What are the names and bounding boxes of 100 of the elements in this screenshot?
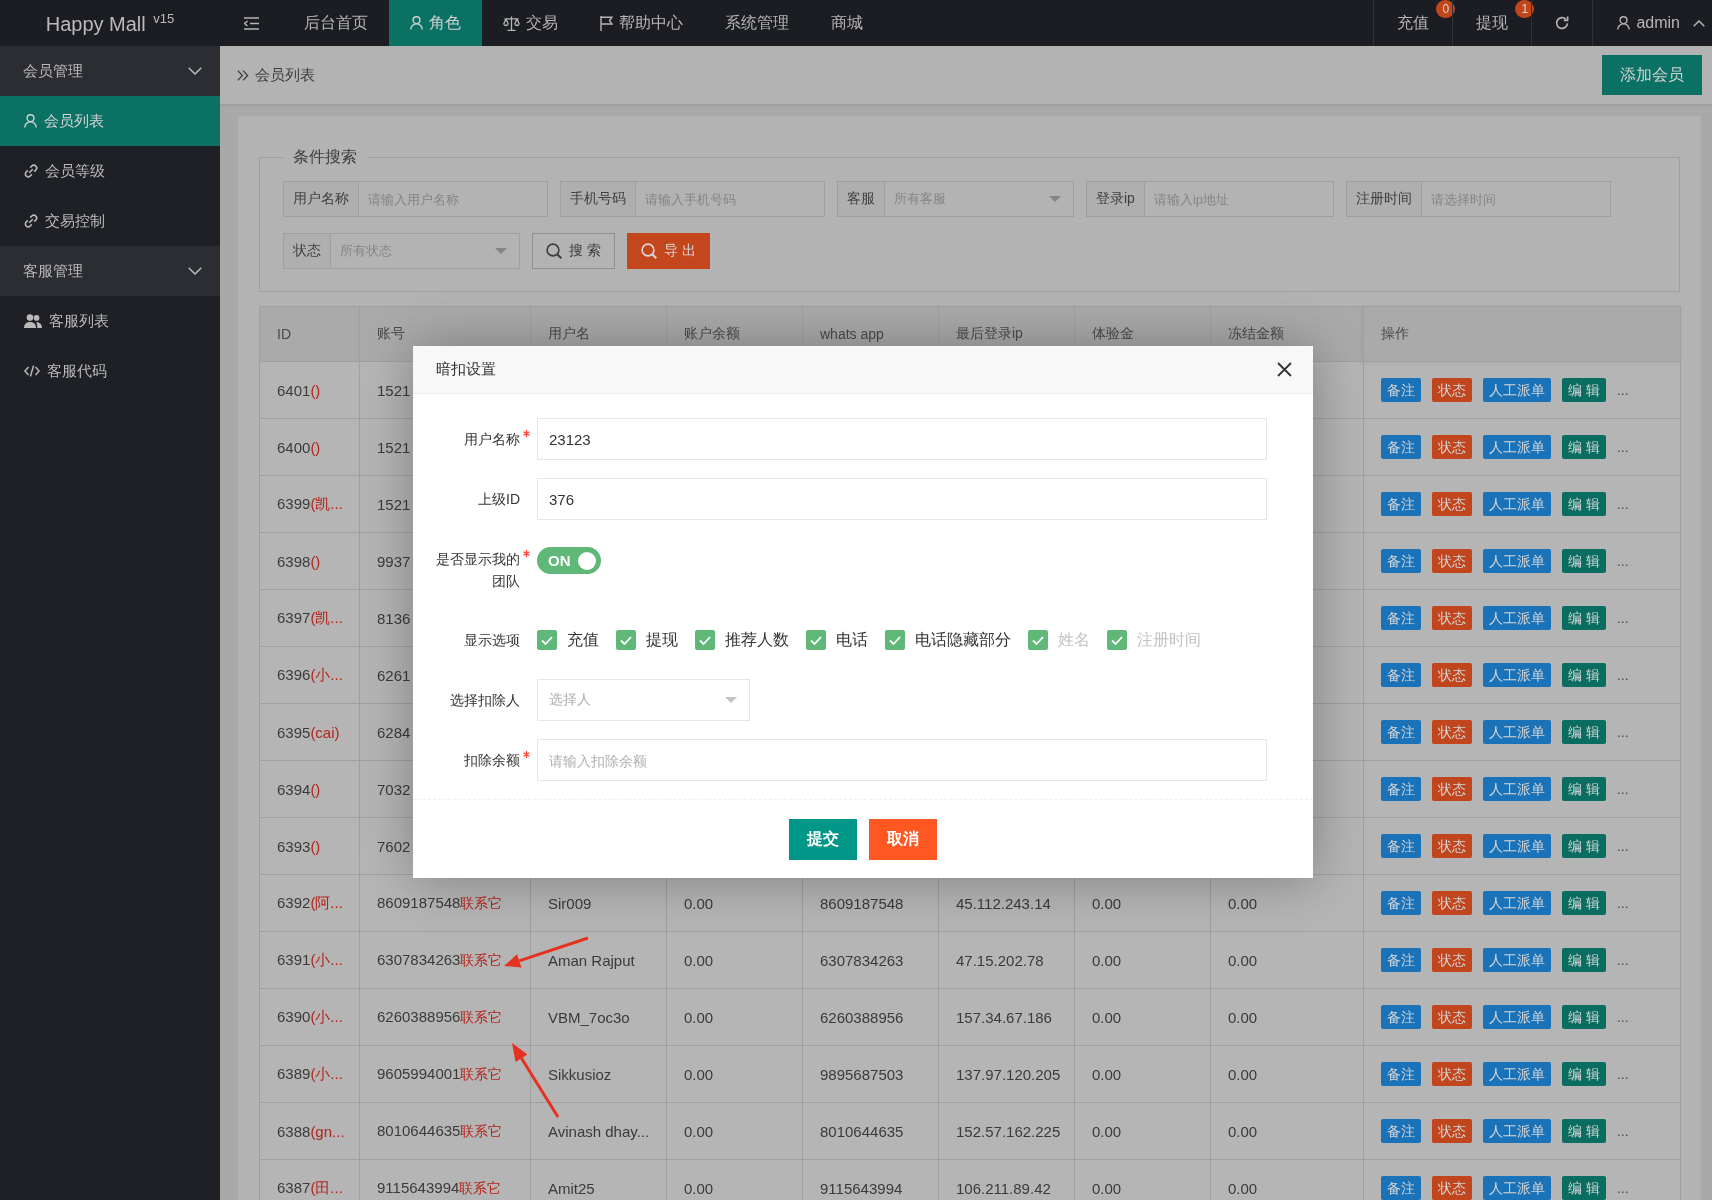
export-button[interactable]: 导 出 [626,233,710,269]
contact-link[interactable]: 联系它 [460,894,503,911]
action-button[interactable]: 编 辑 [1562,492,1606,516]
more-link[interactable]: ... [1616,382,1629,398]
action-button[interactable]: 人工派单 [1483,720,1551,744]
action-button[interactable]: 编 辑 [1562,606,1606,630]
action-button[interactable]: 人工派单 [1483,834,1551,858]
action-button[interactable]: 状态 [1432,378,1472,402]
action-button[interactable]: 人工派单 [1483,378,1551,402]
checkbox[interactable] [537,630,557,650]
action-button[interactable]: 状态 [1432,1005,1472,1029]
action-button[interactable]: 备注 [1381,1119,1421,1143]
contact-link[interactable]: 联系它 [460,1008,503,1025]
action-button[interactable]: 人工派单 [1483,891,1551,915]
nav-tab[interactable]: 系统管理 [704,0,810,46]
text-input[interactable]: 376 [537,478,1267,520]
sidebar-item[interactable]: 会员列表 [0,96,220,146]
action-button[interactable]: 备注 [1381,435,1421,459]
sidebar-item[interactable]: 客服列表 [0,296,220,346]
action-button[interactable]: 状态 [1432,834,1472,858]
action-button[interactable]: 备注 [1381,549,1421,573]
action-button[interactable]: 状态 [1432,1062,1472,1086]
more-link[interactable]: ... [1616,724,1629,740]
action-button[interactable]: 备注 [1381,948,1421,972]
contact-link[interactable]: 联系它 [460,1122,503,1139]
contact-link[interactable]: 联系它 [460,1065,503,1082]
contact-link[interactable]: 联系它 [460,951,503,968]
close-icon[interactable] [1277,362,1292,377]
sidebar-item[interactable]: 会员等级 [0,146,220,196]
nav-tab[interactable]: 帮助中心 [579,0,704,46]
cancel-button[interactable]: 取消 [869,819,937,860]
action-button[interactable]: 备注 [1381,720,1421,744]
action-button[interactable]: 状态 [1432,549,1472,573]
action-button[interactable]: 人工派单 [1483,606,1551,630]
contact-link[interactable]: 联系它 [459,1179,502,1196]
action-button[interactable]: 备注 [1381,1005,1421,1029]
action-button[interactable]: 人工派单 [1483,1176,1551,1200]
checkbox[interactable] [806,630,826,650]
sidebar-item[interactable]: 交易控制 [0,196,220,246]
more-link[interactable]: ... [1616,667,1629,683]
action-button[interactable]: 人工派单 [1483,492,1551,516]
action-button[interactable]: 状态 [1432,1176,1472,1200]
action-button[interactable]: 编 辑 [1562,777,1606,801]
add-member-button[interactable]: 添加会员 [1602,55,1702,95]
action-button[interactable]: 人工派单 [1483,1119,1551,1143]
action-button[interactable]: 状态 [1432,492,1472,516]
sidebar-group[interactable]: 会员管理 [0,46,220,96]
more-link[interactable]: ... [1616,838,1629,854]
action-button[interactable]: 状态 [1432,435,1472,459]
more-link[interactable]: ... [1616,895,1629,911]
sidebar-item[interactable]: 客服代码 [0,346,220,396]
action-button[interactable]: 备注 [1381,1176,1421,1200]
more-link[interactable]: ... [1616,496,1629,512]
action-button[interactable]: 编 辑 [1562,834,1606,858]
more-link[interactable]: ... [1616,439,1629,455]
checkbox[interactable] [885,630,905,650]
action-button[interactable]: 状态 [1432,891,1472,915]
action-button[interactable]: 编 辑 [1562,378,1606,402]
action-button[interactable]: 编 辑 [1562,549,1606,573]
action-button[interactable]: 编 辑 [1562,1176,1606,1200]
action-button[interactable]: 状态 [1432,777,1472,801]
action-button[interactable]: 备注 [1381,777,1421,801]
action-button[interactable]: 编 辑 [1562,435,1606,459]
select-field[interactable]: 选择人 [537,679,750,721]
action-button[interactable]: 编 辑 [1562,720,1606,744]
action-button[interactable]: 备注 [1381,492,1421,516]
more-link[interactable]: ... [1616,610,1629,626]
action-button[interactable]: 编 辑 [1562,891,1606,915]
more-link[interactable]: ... [1616,1066,1629,1082]
action-button[interactable]: 备注 [1381,891,1421,915]
action-button[interactable]: 备注 [1381,834,1421,858]
checkbox[interactable] [616,630,636,650]
search-button[interactable]: 搜 索 [532,233,615,269]
action-button[interactable]: 状态 [1432,606,1472,630]
action-button[interactable]: 备注 [1381,606,1421,630]
action-button[interactable]: 状态 [1432,663,1472,687]
more-link[interactable]: ... [1616,781,1629,797]
toggle-switch[interactable]: ON [537,547,601,574]
action-button[interactable]: 人工派单 [1483,948,1551,972]
action-button[interactable]: 备注 [1381,663,1421,687]
action-button[interactable]: 状态 [1432,948,1472,972]
checkbox[interactable] [695,630,715,650]
more-link[interactable]: ... [1616,952,1629,968]
nav-tab[interactable]: 角色 [389,0,482,46]
nav-tab[interactable]: 商城 [810,0,884,46]
action-button[interactable]: 备注 [1381,1062,1421,1086]
sidebar-group[interactable]: 客服管理 [0,246,220,296]
action-button[interactable]: 编 辑 [1562,663,1606,687]
nav-tab[interactable]: 交易 [482,0,579,46]
nav-tab[interactable]: 后台首页 [283,0,389,46]
action-button[interactable]: 人工派单 [1483,549,1551,573]
action-button[interactable]: 备注 [1381,378,1421,402]
action-button[interactable]: 编 辑 [1562,1119,1606,1143]
more-link[interactable]: ... [1616,553,1629,569]
refresh-icon[interactable] [1555,16,1570,30]
action-button[interactable]: 人工派单 [1483,1062,1551,1086]
action-button[interactable]: 人工派单 [1483,1005,1551,1029]
action-button[interactable]: 人工派单 [1483,435,1551,459]
submit-button[interactable]: 提交 [789,819,857,860]
more-link[interactable]: ... [1616,1009,1629,1025]
